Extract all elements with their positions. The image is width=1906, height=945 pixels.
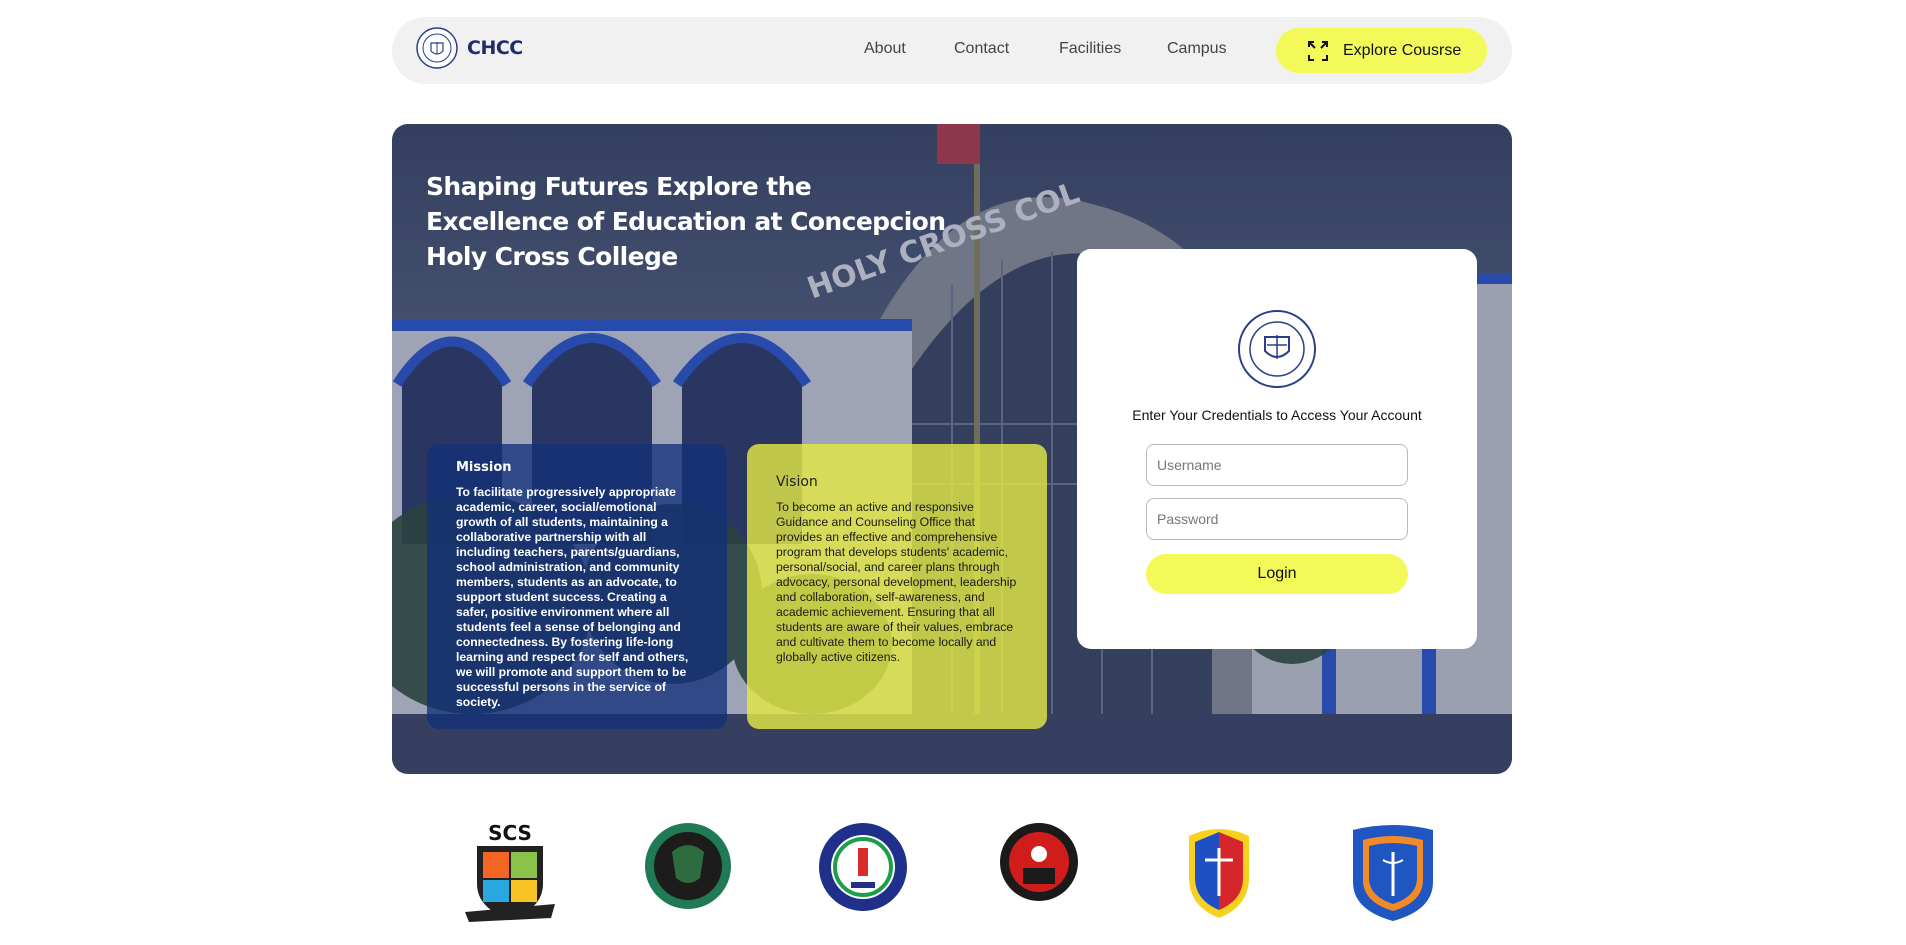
explore-courses-label: Explore Cousrse xyxy=(1343,41,1462,59)
brand-name: CHCC xyxy=(467,37,523,59)
school-of-nursing-logo[interactable] xyxy=(1349,822,1437,922)
scs-logo[interactable]: SCS xyxy=(459,822,561,924)
top-navbar: CHCC About Contact Facilities Campus Exp… xyxy=(392,17,1512,84)
nav-link-contact[interactable]: Contact xyxy=(954,40,1009,58)
login-panel: Enter Your Credentials to Access Your Ac… xyxy=(1077,249,1477,649)
hero-section: HOLY CROSS COL Shaping Futures Explore t… xyxy=(392,124,1512,774)
mission-card: Mission To facilitate progressively appr… xyxy=(427,444,727,729)
password-input[interactable] xyxy=(1146,498,1408,540)
svg-text:SCS: SCS xyxy=(488,822,532,845)
education-department-logo[interactable] xyxy=(818,822,908,912)
vision-card: Vision To become an active and responsiv… xyxy=(747,444,1047,729)
expand-icon xyxy=(1308,40,1328,61)
vision-title: Vision xyxy=(776,474,818,490)
nav-link-facilities[interactable]: Facilities xyxy=(1059,40,1121,58)
vision-text: To become an active and responsive Guida… xyxy=(776,500,1017,664)
login-button[interactable]: Login xyxy=(1146,554,1408,594)
brand[interactable]: CHCC xyxy=(416,27,523,69)
mission-text: To facilitate progressively appropriate … xyxy=(456,485,689,709)
nav-link-about[interactable]: About xyxy=(864,40,906,58)
login-heading: Enter Your Credentials to Access Your Ac… xyxy=(1132,407,1422,423)
hospitality-logo[interactable] xyxy=(999,822,1079,902)
mission-title: Mission xyxy=(456,460,512,475)
criminology-logo[interactable] xyxy=(1181,822,1257,922)
hero-title: Shaping Futures Explore the Excellence o… xyxy=(426,172,946,271)
username-input[interactable] xyxy=(1146,444,1408,486)
explore-courses-button[interactable]: Explore Cousrse xyxy=(1276,28,1487,73)
college-seal-icon xyxy=(1238,310,1316,388)
business-administration-logo[interactable] xyxy=(644,822,732,910)
nav-link-campus[interactable]: Campus xyxy=(1167,40,1227,58)
college-seal-icon xyxy=(416,27,458,69)
